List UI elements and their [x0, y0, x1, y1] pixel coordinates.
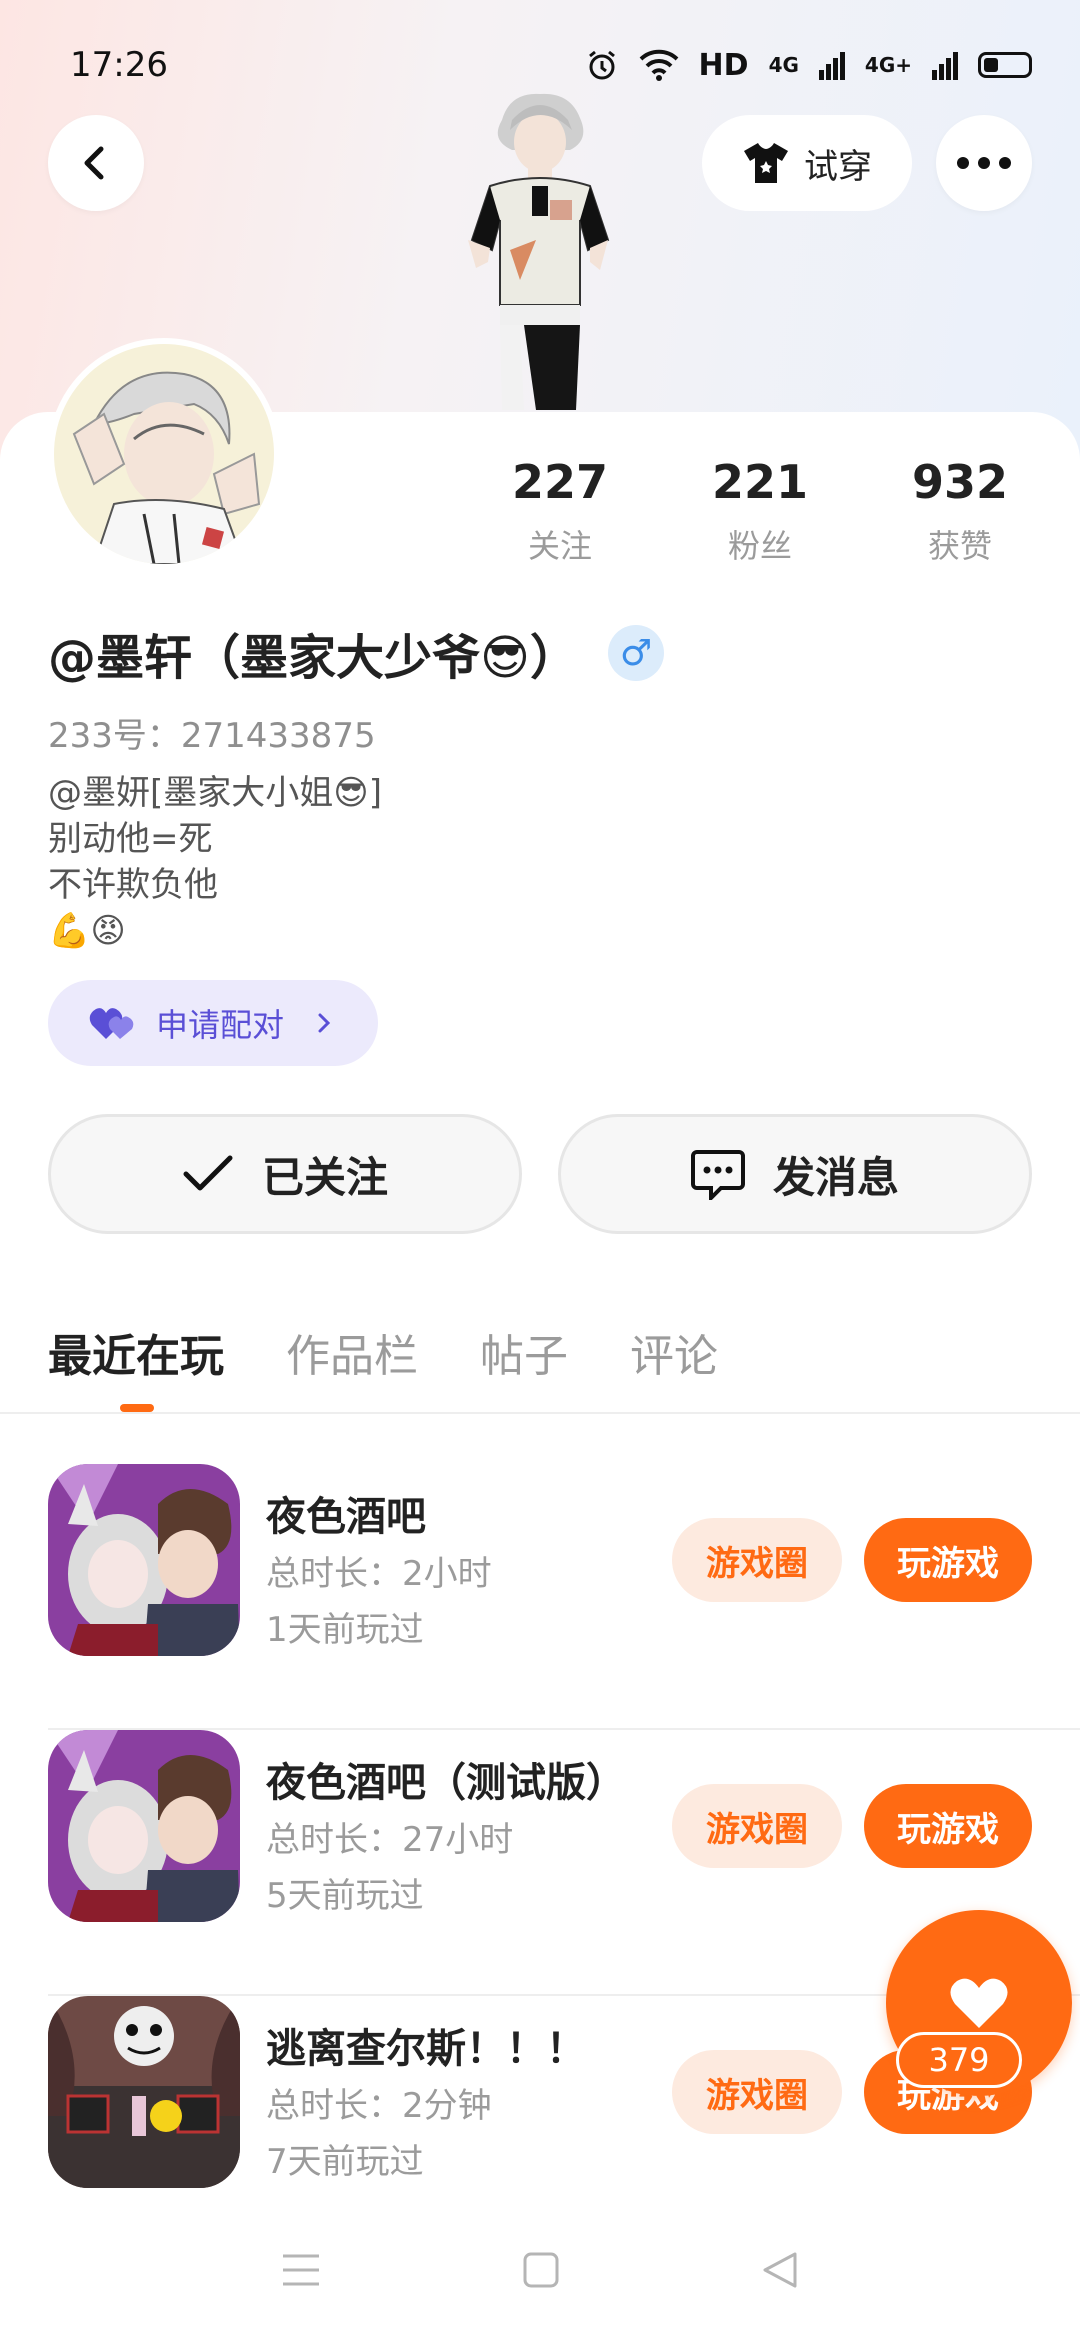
signal-icon: [818, 52, 845, 80]
avatar-3d-figure[interactable]: [440, 90, 640, 415]
stat-likes[interactable]: 932 获赞: [890, 455, 1030, 567]
stats-row: 227 关注 221 粉丝 932 获赞: [490, 455, 1030, 567]
tab-posts[interactable]: 帖子: [480, 1320, 568, 1384]
game-icon: [48, 1730, 240, 1922]
bio: @墨妍[墨家大小姐😎] 别动他=死 不许欺负他 💪😡: [48, 770, 382, 954]
send-message-button[interactable]: 发消息: [558, 1114, 1032, 1234]
home-square-icon[interactable]: [522, 2251, 560, 2289]
message-bubble-icon: [690, 1150, 745, 1200]
signal-icon-2: [932, 52, 958, 80]
game-circle-button[interactable]: 游戏圈: [672, 2050, 842, 2134]
game-title: 逃离查尔斯！！！: [266, 2026, 586, 2072]
game-duration: 总时长：27小时: [266, 1820, 514, 1860]
status-time: 17:26: [70, 45, 168, 85]
signal-label-1: 4G: [768, 53, 799, 77]
tab-works[interactable]: 作品栏: [286, 1320, 418, 1384]
game-last-played: 1天前玩过: [266, 1610, 424, 1650]
stat-label: 获赞: [927, 527, 992, 565]
stat-following[interactable]: 227 关注: [490, 455, 630, 567]
stat-value: 932: [911, 455, 1009, 509]
pair-label: 申请配对: [156, 1006, 285, 1044]
heart-icon: [950, 1978, 1008, 2028]
bio-line: 别动他=死: [48, 819, 213, 859]
play-game-button[interactable]: 玩游戏: [864, 1784, 1032, 1868]
game-last-played: 5天前玩过: [266, 1876, 424, 1916]
chevron-left-icon: [84, 146, 104, 180]
back-triangle-icon[interactable]: [761, 2250, 799, 2290]
nickname-row: @墨轩（墨家大少爷😎） ♂: [48, 618, 665, 688]
game-icon: [48, 1464, 240, 1656]
alarm-icon: [588, 50, 615, 80]
game-circle-button[interactable]: 游戏圈: [672, 1784, 842, 1868]
like-count-badge: 379: [896, 2032, 1022, 2088]
game-icon: [48, 1996, 240, 2188]
avatar-image: [54, 344, 274, 564]
followed-label: 已关注: [261, 1152, 388, 1202]
stat-value: 221: [711, 455, 809, 509]
play-game-button[interactable]: 玩游戏: [864, 1518, 1032, 1602]
game-last-played: 7天前玩过: [266, 2142, 424, 2182]
more-button[interactable]: [936, 115, 1032, 211]
more-dots-icon: [957, 157, 1011, 169]
profile-tabs: 最近在玩 作品栏 帖子 评论: [48, 1320, 718, 1384]
network-label: HD: [698, 47, 749, 83]
tshirt-icon: [744, 143, 788, 183]
game-circle-button[interactable]: 游戏圈: [672, 1518, 842, 1602]
stat-value: 227: [511, 455, 609, 509]
message-label: 发消息: [772, 1152, 899, 1202]
tryon-button[interactable]: 试穿: [702, 115, 912, 211]
signal-label-2: 4G+: [864, 53, 912, 77]
game-duration: 总时长：2小时: [266, 1554, 492, 1594]
profile-avatar[interactable]: [48, 338, 280, 570]
stat-label: 关注: [527, 527, 592, 565]
game-duration: 总时长：2分钟: [266, 2086, 492, 2126]
bio-line: @墨妍[墨家大小姐😎]: [48, 773, 382, 813]
system-nav-bar: [0, 2230, 1080, 2310]
bio-line: 不许欺负他: [48, 865, 218, 905]
active-tab-indicator: [120, 1404, 154, 1412]
game-list-item[interactable]: 夜色酒吧 总时长：2小时 1天前玩过 游戏圈 玩游戏: [48, 1464, 1080, 1730]
bio-line: 💪😡: [48, 911, 126, 951]
menu-icon[interactable]: [281, 2252, 321, 2288]
followed-button[interactable]: 已关注: [48, 1114, 522, 1234]
tabs-divider: [0, 1412, 1080, 1414]
hearts-icon: [89, 1008, 134, 1039]
request-pair-button[interactable]: 申请配对: [48, 980, 378, 1066]
back-button[interactable]: [48, 115, 144, 211]
male-gender-icon: ♂: [608, 625, 665, 681]
tab-comments[interactable]: 评论: [630, 1320, 718, 1384]
stat-followers[interactable]: 221 粉丝: [690, 455, 830, 567]
checkmark-icon: [183, 1155, 233, 1191]
stat-label: 粉丝: [727, 527, 792, 565]
nickname: @墨轩（墨家大少爷😎）: [48, 630, 579, 686]
tab-recently-played[interactable]: 最近在玩: [48, 1320, 224, 1384]
wifi-icon: [639, 49, 678, 81]
tryon-label: 试穿: [804, 146, 872, 187]
game-title: 夜色酒吧（测试版）: [266, 1760, 626, 1806]
game-title: 夜色酒吧: [266, 1494, 426, 1540]
chevron-right-icon: [318, 1013, 331, 1033]
user-id: 233号：271433875: [48, 716, 376, 756]
status-icons: HD 4G 4G+: [585, 48, 1032, 83]
battery-icon: [978, 52, 1032, 78]
